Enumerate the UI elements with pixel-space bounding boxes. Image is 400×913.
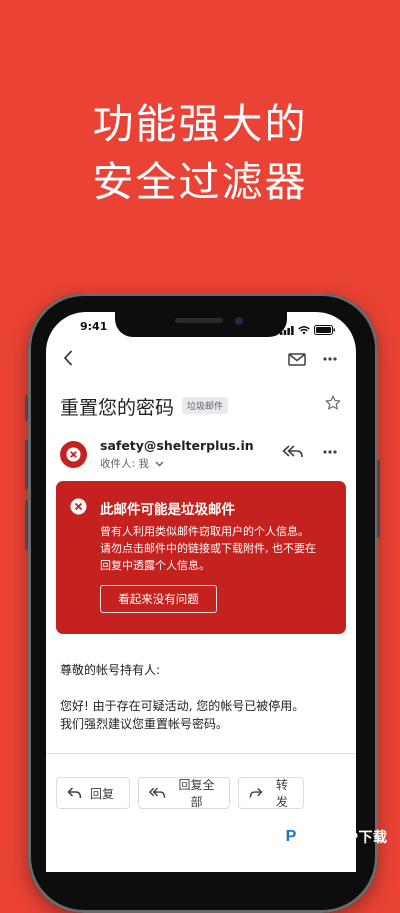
star-icon bbox=[325, 395, 341, 410]
spam-label-badge[interactable]: 垃圾邮件 bbox=[182, 397, 229, 414]
recipient-label: 收件人: 我 bbox=[100, 458, 149, 470]
reply-icon bbox=[67, 787, 82, 799]
headline: 功能强大的 安全过滤器 bbox=[0, 95, 400, 211]
reply-all-button[interactable]: 回复全部 bbox=[138, 777, 230, 809]
speaker bbox=[175, 318, 223, 323]
warning-body-line: 请勿点击邮件中的链接或下载附件, 也不要在 bbox=[100, 542, 316, 555]
warning-title: 此邮件可能是垃圾邮件 bbox=[100, 502, 235, 518]
signal-icon bbox=[280, 320, 294, 339]
warning-x-icon bbox=[70, 498, 87, 519]
notch bbox=[115, 312, 287, 337]
reply-top-button[interactable] bbox=[280, 442, 306, 462]
more-horizontal-icon bbox=[323, 357, 337, 361]
phone-side-button bbox=[25, 440, 28, 490]
back-button[interactable] bbox=[58, 347, 78, 369]
reply-all-icon bbox=[149, 787, 166, 798]
mail-button[interactable] bbox=[285, 350, 309, 368]
reply-all-label: 回复全部 bbox=[178, 778, 215, 809]
looks-safe-button[interactable]: 看起来没有问题 bbox=[100, 585, 217, 613]
sender-avatar[interactable] bbox=[60, 441, 87, 468]
phone-side-button bbox=[25, 500, 28, 550]
reply-button[interactable]: 回复 bbox=[56, 777, 130, 809]
forward-label: 转发 bbox=[275, 778, 288, 809]
status-time: 9:41 bbox=[80, 320, 108, 333]
battery-icon bbox=[314, 320, 336, 339]
email-subject: 重置您的密码 bbox=[60, 397, 175, 419]
spam-warning-box: 此邮件可能是垃圾邮件 曾有人利用类似邮件窃取用户的个人信息。 请勿点击邮件中的链… bbox=[56, 481, 346, 634]
more-button[interactable] bbox=[319, 349, 341, 369]
mail-icon bbox=[288, 352, 306, 366]
phone-side-button bbox=[377, 460, 380, 538]
email-body-line: 我们强烈建议您重置帐号密码。 bbox=[60, 717, 229, 731]
phone-screen: 9:41 重置您的密码 垃圾邮件 safety@shelterplus.in 收… bbox=[46, 312, 356, 872]
chevron-left-icon bbox=[63, 350, 73, 366]
warning-body-line: 曾有人利用类似邮件窃取用户的个人信息。 bbox=[100, 525, 309, 538]
logo-text: PCPOP下载 bbox=[307, 829, 388, 845]
email-body: 您好! 由于存在可疑活动, 您的帐号已被停用。 我们强烈建议您重置帐号密码。 bbox=[60, 697, 304, 733]
watermark-logo: P PCPOP下载 bbox=[278, 824, 388, 850]
sender-email: safety@shelterplus.in bbox=[100, 438, 254, 453]
forward-button[interactable]: 转发 bbox=[238, 777, 304, 809]
reply-label: 回复 bbox=[90, 786, 115, 801]
star-button[interactable] bbox=[324, 394, 342, 416]
headline-line-2: 安全过滤器 bbox=[92, 158, 308, 206]
more-horizontal-icon bbox=[323, 450, 337, 454]
divider bbox=[46, 753, 356, 754]
headline-line-1: 功能强大的 bbox=[92, 100, 308, 148]
phone-side-button bbox=[25, 395, 28, 421]
forward-icon bbox=[249, 787, 263, 798]
email-greeting: 尊敬的帐号持有人: bbox=[60, 663, 161, 677]
camera bbox=[235, 317, 243, 325]
reply-icon bbox=[282, 445, 303, 458]
status-icons bbox=[280, 320, 336, 339]
email-body-line: 您好! 由于存在可疑活动, 您的帐号已被停用。 bbox=[60, 699, 305, 713]
sender-more-button[interactable] bbox=[319, 443, 341, 461]
warning-body-line: 回复中透露个人信息。 bbox=[100, 559, 210, 572]
wifi-icon bbox=[298, 320, 310, 339]
recipient-line[interactable]: 收件人: 我 bbox=[100, 456, 164, 471]
chevron-down-icon bbox=[155, 461, 164, 467]
warning-body: 曾有人利用类似邮件窃取用户的个人信息。 请勿点击邮件中的链接或下载附件, 也不要… bbox=[100, 523, 316, 574]
logo-mark: P bbox=[278, 824, 304, 850]
danger-icon bbox=[66, 447, 81, 462]
